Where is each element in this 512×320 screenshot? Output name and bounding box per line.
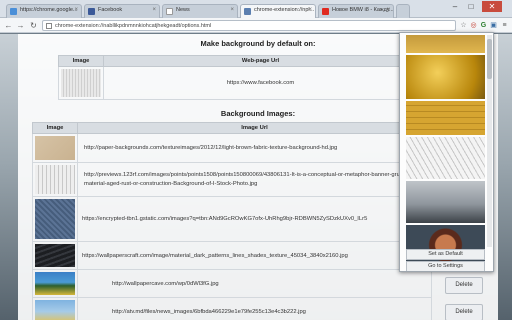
- thumbnail: [61, 69, 101, 97]
- maximize-button[interactable]: □: [464, 1, 478, 12]
- delete-button[interactable]: Delete: [445, 304, 483, 320]
- back-button[interactable]: ←: [3, 20, 14, 31]
- popup-scrollbar[interactable]: [487, 35, 492, 247]
- url-cell: http://previews.123rf.com/images/points/…: [77, 162, 432, 197]
- new-tab-button[interactable]: [396, 4, 410, 18]
- go-to-settings-button[interactable]: Go to Settings: [406, 261, 485, 271]
- chrome-store-icon: [10, 8, 17, 15]
- close-tab-icon[interactable]: ×: [308, 7, 312, 13]
- col-header-image: Image: [58, 55, 104, 67]
- col-header-url: Web-page Url: [103, 55, 418, 67]
- image-cell: [32, 196, 78, 242]
- bookmark-star-icon[interactable]: ☆: [459, 21, 468, 30]
- thumbnail: [35, 136, 75, 160]
- close-tab-icon[interactable]: ×: [152, 7, 156, 13]
- tab-strip: https://chrome.google... × Facebook × Ne…: [0, 0, 512, 18]
- address-text: chrome-extension://nabllikpdnmnnkiohcatj…: [55, 23, 212, 29]
- col-header-url: Image Url: [77, 122, 432, 134]
- tab-news[interactable]: News ×: [162, 4, 238, 18]
- scrollbar-thumb[interactable]: [487, 39, 492, 79]
- youtube-icon: [322, 8, 329, 15]
- browser-toolbar: ← → ↻ chrome-extension://nabllikpdnmnnki…: [0, 18, 512, 33]
- image-cell: [58, 66, 104, 100]
- col-header-image: Image: [32, 122, 78, 134]
- forward-button[interactable]: →: [15, 20, 26, 31]
- image-cell: [32, 133, 78, 163]
- close-window-button[interactable]: ✕: [482, 1, 502, 12]
- menu-icon[interactable]: ≡: [500, 21, 509, 30]
- background-option[interactable]: [406, 101, 485, 135]
- tab-facebook[interactable]: Facebook ×: [84, 4, 160, 18]
- table-row: https://www.facebook.com: [58, 66, 418, 100]
- thumbnail: [35, 165, 75, 194]
- tab-youtube[interactable]: Новое BMW i8 - Кажду... ×: [318, 4, 394, 18]
- page-icon: [166, 8, 173, 15]
- table-row: https://encrypted-tbn1.gstatic.com/image…: [32, 196, 432, 242]
- background-images-table: Image Image Url http://paper-backgrounds…: [32, 122, 432, 320]
- extension-icon: [244, 8, 251, 15]
- background-option[interactable]: [406, 35, 485, 53]
- background-option[interactable]: [406, 55, 485, 99]
- extension-icon[interactable]: ◎: [469, 21, 478, 30]
- table-row: http://atv.md/files/news_images/6bfbda46…: [32, 297, 432, 320]
- set-as-default-button[interactable]: Set as Default: [406, 249, 485, 260]
- minimize-button[interactable]: –: [448, 1, 462, 12]
- close-tab-icon[interactable]: ×: [230, 7, 234, 13]
- thumbnail: [35, 199, 75, 239]
- image-cell: [32, 297, 78, 320]
- address-bar[interactable]: chrome-extension://nabllikpdnmnnkiohcatj…: [42, 20, 456, 31]
- table-row: http://paper-backgrounds.com/textureimag…: [32, 133, 432, 163]
- close-tab-icon[interactable]: ×: [74, 7, 78, 13]
- url-cell: http://paper-backgrounds.com/textureimag…: [77, 133, 432, 163]
- extension-icon[interactable]: ▣: [489, 21, 498, 30]
- delete-button[interactable]: Delete: [445, 277, 483, 294]
- background-option[interactable]: [406, 137, 485, 179]
- tab-extension-options[interactable]: chrome-extension://npl... ×: [240, 4, 316, 18]
- url-cell: https://wallpaperscraft.com/image/materi…: [77, 241, 432, 270]
- url-cell: https://encrypted-tbn1.gstatic.com/image…: [77, 196, 432, 242]
- image-cell: [32, 269, 78, 298]
- thumbnail: [35, 244, 75, 267]
- tab-label: https://chrome.google...: [20, 7, 78, 13]
- tab-label: Facebook: [98, 7, 123, 13]
- tab-label: Новое BMW i8 - Кажду...: [332, 7, 394, 13]
- facebook-icon: [88, 8, 95, 15]
- close-tab-icon[interactable]: ×: [386, 7, 390, 13]
- tab-label: chrome-extension://npl...: [254, 7, 315, 13]
- extension-icon[interactable]: G: [479, 21, 488, 30]
- url-cell: http://wallpapercave.com/wp/0dWl3fG.jpg: [77, 269, 432, 298]
- image-cell: [32, 241, 78, 270]
- table-row: http://wallpapercave.com/wp/0dWl3fG.jpg: [32, 269, 432, 298]
- url-cell: http://atv.md/files/news_images/6bfbda46…: [77, 297, 432, 320]
- default-table: Image Web-page Url https://www.facebook.…: [58, 55, 418, 100]
- page-icon: [46, 23, 52, 29]
- extension-popup: Set as Default Go to Settings: [399, 32, 494, 272]
- thumbnail: [35, 300, 75, 320]
- thumbnail: [35, 272, 75, 295]
- reload-button[interactable]: ↻: [28, 20, 39, 31]
- tab-label: News: [176, 7, 190, 13]
- table-row: https://wallpaperscraft.com/image/materi…: [32, 241, 432, 270]
- image-cell: [32, 162, 78, 197]
- table-row: http://previews.123rf.com/images/points/…: [32, 162, 432, 197]
- url-cell: https://www.facebook.com: [103, 66, 418, 100]
- background-option[interactable]: [406, 181, 485, 223]
- tab-chrome-store[interactable]: https://chrome.google... ×: [6, 4, 82, 18]
